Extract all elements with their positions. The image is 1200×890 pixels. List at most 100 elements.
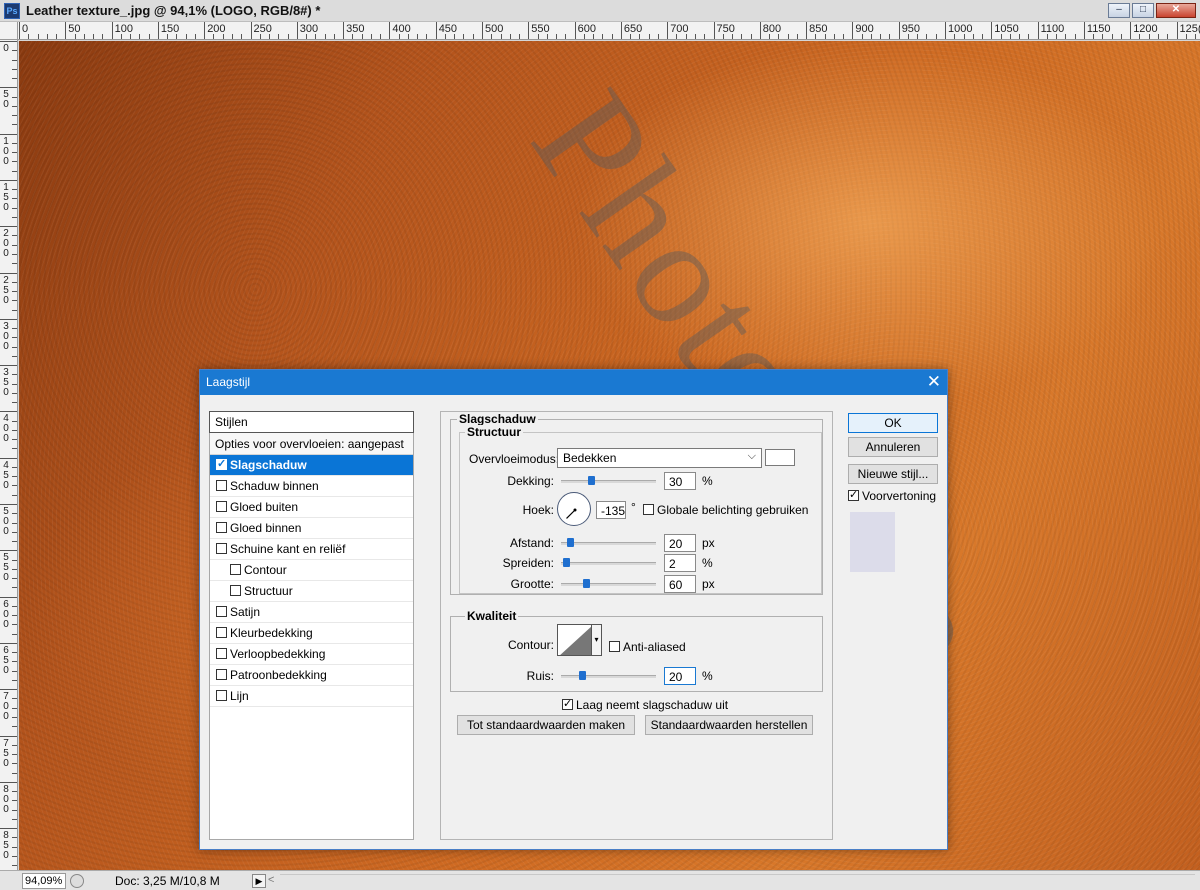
ruler-minor-tick xyxy=(556,34,558,39)
ruler-minor-tick xyxy=(12,513,17,515)
horizontal-scrollbar[interactable] xyxy=(280,874,1195,888)
horizontal-ruler[interactable]: 0 50 100 150 200 250 300 350 400 450 500 550 600 650 7… xyxy=(18,22,1200,40)
contour-dropdown-icon[interactable]: ▾ xyxy=(592,624,602,656)
style-item[interactable]: Gloed binnen xyxy=(210,518,413,539)
new-style-button[interactable]: Nieuwe stijl... xyxy=(848,464,938,484)
style-item-checkbox[interactable] xyxy=(216,669,227,680)
maximize-button[interactable]: □ xyxy=(1132,3,1154,18)
vertical-ruler[interactable]: 0 50 100 150 200 250 300 350 400 450 500 550 600 650 7… xyxy=(0,40,18,870)
style-item[interactable]: Structuur xyxy=(210,581,413,602)
shadow-color-swatch[interactable] xyxy=(765,449,795,466)
ruler-minor-tick xyxy=(12,374,17,376)
noise-slider-handle[interactable] xyxy=(579,671,586,680)
style-item-checkbox[interactable] xyxy=(216,543,227,554)
opacity-input[interactable]: 30 xyxy=(664,472,696,490)
style-item[interactable]: Kleurbedekking xyxy=(210,623,413,644)
style-item-checkbox[interactable] xyxy=(216,690,227,701)
opacity-slider[interactable] xyxy=(561,480,656,483)
style-item[interactable]: Lijn xyxy=(210,686,413,707)
style-item[interactable]: Slagschaduw xyxy=(210,455,413,476)
ruler-minor-tick xyxy=(12,281,17,283)
scroll-left-icon[interactable]: < xyxy=(268,874,274,886)
style-item-checkbox[interactable] xyxy=(216,501,227,512)
reset-default-button[interactable]: Standaardwaarden herstellen xyxy=(645,715,813,735)
size-input[interactable]: 60 xyxy=(664,575,696,593)
close-window-button[interactable]: ✕ xyxy=(1156,3,1196,18)
anti-aliased-checkbox[interactable]: Anti-aliased xyxy=(609,640,686,654)
spread-slider-handle[interactable] xyxy=(562,558,570,567)
style-item-checkbox[interactable] xyxy=(216,480,227,491)
style-item[interactable]: Verloopbedekking xyxy=(210,644,413,665)
style-item[interactable]: Gloed buiten xyxy=(210,497,413,518)
size-slider-handle[interactable] xyxy=(582,579,590,588)
dialog-close-icon[interactable]: ✕ xyxy=(927,372,941,392)
noise-slider[interactable] xyxy=(561,675,656,678)
style-item-checkbox[interactable] xyxy=(216,457,227,470)
status-info-icon[interactable] xyxy=(70,874,84,888)
global-light-checkbox-box[interactable] xyxy=(643,504,654,515)
ruler-minor-tick xyxy=(417,34,419,39)
cancel-button[interactable]: Annuleren xyxy=(848,437,938,457)
drop-shadow-panel: Slagschaduw Structuur Overvloeimodus: Be… xyxy=(440,411,833,840)
anti-aliased-label: Anti-aliased xyxy=(623,640,686,654)
angle-input[interactable]: -135 xyxy=(596,501,626,519)
layer-knockout-checkbox-box[interactable] xyxy=(562,697,573,710)
ruler-minor-tick xyxy=(398,34,400,39)
ruler-minor-tick xyxy=(1139,34,1141,39)
ruler-minor-tick xyxy=(12,661,17,663)
ruler-major-tick xyxy=(0,87,17,89)
ruler-major-tick xyxy=(0,689,17,691)
blending-options-item[interactable]: Opties voor overvloeien: aangepast xyxy=(210,433,413,455)
style-item[interactable]: Schaduw binnen xyxy=(210,476,413,497)
style-item-checkbox[interactable] xyxy=(216,648,227,659)
layer-knockout-checkbox[interactable]: Laag neemt slagschaduw uit xyxy=(562,697,728,712)
status-menu-arrow-icon[interactable]: ▶ xyxy=(252,874,266,888)
style-item-checkbox[interactable] xyxy=(216,627,227,638)
size-slider[interactable] xyxy=(561,583,656,586)
noise-input[interactable]: 20 xyxy=(664,667,696,685)
ruler-label: 150 xyxy=(3,181,9,213)
distance-slider-handle[interactable] xyxy=(567,538,575,547)
blend-mode-select[interactable]: Bedekken ⌵ xyxy=(557,448,762,468)
ruler-minor-tick xyxy=(815,34,817,39)
ruler-minor-tick xyxy=(12,763,17,765)
ruler-minor-tick xyxy=(93,34,95,39)
ruler-minor-tick xyxy=(370,34,372,39)
opacity-slider-handle[interactable] xyxy=(588,476,595,485)
style-item[interactable]: Satijn xyxy=(210,602,413,623)
ruler-minor-tick xyxy=(889,34,891,39)
anti-aliased-checkbox-box[interactable] xyxy=(609,641,620,652)
global-light-checkbox[interactable]: Globale belichting gebruiken xyxy=(643,503,808,517)
ruler-minor-tick xyxy=(546,34,548,39)
ruler-minor-tick xyxy=(426,34,428,39)
distance-slider[interactable] xyxy=(561,542,656,545)
style-item[interactable]: Patroonbedekking xyxy=(210,665,413,686)
make-default-button[interactable]: Tot standaardwaarden maken xyxy=(457,715,635,735)
preview-checkbox[interactable]: Voorvertoning xyxy=(848,488,936,503)
distance-input[interactable]: 20 xyxy=(664,534,696,552)
style-item[interactable]: Schuine kant en reliëf xyxy=(210,539,413,560)
zoom-level-field[interactable]: 94,09% xyxy=(22,873,66,889)
spread-slider[interactable] xyxy=(561,562,656,565)
style-item-checkbox[interactable] xyxy=(230,585,241,596)
ruler-minor-tick xyxy=(12,809,17,811)
contour-preview[interactable] xyxy=(557,624,592,656)
dialog-title: Laagstijl xyxy=(206,375,251,389)
preview-checkbox-box[interactable] xyxy=(848,488,859,501)
styles-header[interactable]: Stijlen xyxy=(209,411,414,433)
ok-button[interactable]: OK xyxy=(848,413,938,433)
ruler-minor-tick xyxy=(500,34,502,39)
minimize-button[interactable]: – xyxy=(1108,3,1130,18)
style-item-checkbox[interactable] xyxy=(230,564,241,575)
ruler-minor-tick xyxy=(861,34,863,39)
style-item-checkbox[interactable] xyxy=(216,522,227,533)
ruler-corner[interactable] xyxy=(0,22,18,40)
style-item[interactable]: Contour xyxy=(210,560,413,581)
ruler-minor-tick xyxy=(259,34,261,39)
angle-dial[interactable] xyxy=(557,492,591,526)
ruler-major-tick xyxy=(1037,22,1039,39)
spread-input[interactable]: 2 xyxy=(664,554,696,572)
ruler-major-tick xyxy=(0,596,17,598)
ruler-minor-tick xyxy=(12,59,17,61)
style-item-checkbox[interactable] xyxy=(216,606,227,617)
